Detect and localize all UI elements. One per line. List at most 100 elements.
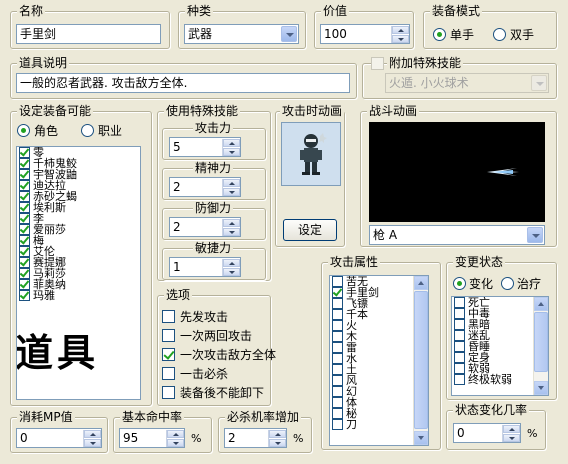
list-item-checkbox[interactable] — [19, 191, 30, 202]
equippable-list[interactable]: 零千柿鬼鲛 宇智波鼬 迪达拉 赤砂之蝎 埃利斯李爱丽莎梅艾伦 赛提娜 马莉莎 菲奥纳 玛雅 道具 — [16, 146, 141, 400]
attack-attributes-scrollbar[interactable] — [413, 276, 428, 445]
list-item-checkbox[interactable] — [454, 319, 465, 330]
spin-down-icon[interactable] — [223, 228, 240, 236]
crit-bonus-input[interactable]: 2 — [224, 428, 287, 448]
list-item-checkbox[interactable] — [19, 147, 30, 158]
stat-input[interactable]: 1 — [169, 257, 241, 277]
list-item-checkbox[interactable] — [19, 180, 30, 191]
equippable-job-radio[interactable] — [81, 124, 94, 137]
stat-spinner[interactable] — [222, 259, 240, 276]
scroll-thumb[interactable] — [534, 312, 548, 372]
list-item-checkbox[interactable] — [332, 309, 343, 320]
crit-bonus-spinner[interactable] — [268, 430, 286, 447]
option-checkbox[interactable] — [162, 386, 175, 399]
state-change-list[interactable]: 死亡 中毒 黑暗 迷乱 昏睡 定身 软弱 终极软弱 — [451, 296, 549, 396]
mp-cost-spinner[interactable] — [83, 430, 101, 447]
price-input[interactable]: 100 — [320, 24, 410, 44]
list-item-checkbox[interactable] — [332, 298, 343, 309]
list-item-checkbox[interactable] — [332, 287, 343, 298]
attack-attributes-list[interactable]: 苦无 手里剑 飞镖 千本火木雷水土风幻体秘刀 — [329, 275, 429, 446]
spin-down-icon[interactable] — [223, 148, 240, 156]
spin-down-icon[interactable] — [392, 35, 409, 43]
spin-down-icon[interactable] — [503, 434, 520, 442]
list-item-checkbox[interactable] — [332, 397, 343, 408]
list-item-checkbox[interactable] — [454, 308, 465, 319]
spin-up-icon[interactable] — [223, 179, 240, 187]
equippable-role-radio[interactable] — [17, 124, 30, 137]
list-item-checkbox[interactable] — [332, 342, 343, 353]
list-item-checkbox[interactable] — [19, 158, 30, 169]
extra-skill-select[interactable]: 火遁. 小火球术 — [385, 73, 549, 93]
scroll-up-icon[interactable] — [414, 276, 428, 290]
list-item-checkbox[interactable] — [332, 375, 343, 386]
attack-animation-set-button[interactable]: 设定 — [283, 219, 337, 241]
option-checkbox[interactable] — [162, 348, 175, 361]
spin-up-icon[interactable] — [503, 425, 520, 433]
list-item-checkbox[interactable] — [332, 408, 343, 419]
list-item-checkbox[interactable] — [332, 419, 343, 430]
scroll-down-icon[interactable] — [534, 381, 548, 395]
stat-spinner[interactable] — [222, 139, 240, 156]
list-item-checkbox[interactable] — [332, 320, 343, 331]
hit-rate-input[interactable]: 95 — [119, 428, 185, 448]
scroll-up-icon[interactable] — [534, 297, 548, 311]
list-item-checkbox[interactable] — [332, 276, 343, 287]
list-item-checkbox[interactable] — [19, 290, 30, 301]
spin-up-icon[interactable] — [223, 259, 240, 267]
spin-down-icon[interactable] — [269, 439, 286, 447]
stat-spinner[interactable] — [222, 179, 240, 196]
equip-mode-two-hand-radio[interactable] — [493, 28, 506, 41]
list-item-checkbox[interactable] — [19, 202, 30, 213]
list-item-checkbox[interactable] — [454, 341, 465, 352]
list-item-checkbox[interactable] — [454, 352, 465, 363]
option-checkbox[interactable] — [162, 310, 175, 323]
spin-up-icon[interactable] — [223, 139, 240, 147]
list-item-checkbox[interactable] — [19, 235, 30, 246]
stat-input[interactable]: 2 — [169, 177, 241, 197]
list-item-checkbox[interactable] — [19, 257, 30, 268]
stat-input[interactable]: 2 — [169, 217, 241, 237]
chevron-down-icon[interactable] — [527, 227, 543, 243]
battle-animation-select[interactable]: 枪 A — [369, 225, 545, 245]
list-item-checkbox[interactable] — [454, 330, 465, 341]
mp-cost-input[interactable]: 0 — [16, 428, 102, 448]
spin-down-icon[interactable] — [84, 439, 101, 447]
list-item-checkbox[interactable] — [19, 169, 30, 180]
list-item-checkbox[interactable] — [332, 364, 343, 375]
spin-down-icon[interactable] — [223, 188, 240, 196]
state-change-scrollbar[interactable] — [533, 297, 548, 395]
stat-spinner[interactable] — [222, 219, 240, 236]
spin-up-icon[interactable] — [167, 430, 184, 438]
list-item[interactable]: 玛雅 — [17, 290, 140, 301]
state-change-heal-radio[interactable] — [501, 277, 514, 290]
spin-up-icon[interactable] — [269, 430, 286, 438]
stat-input[interactable]: 5 — [169, 137, 241, 157]
state-change-change-radio[interactable] — [453, 277, 466, 290]
description-input[interactable]: 一般的忍者武器. 攻击敌方全体. — [16, 73, 350, 93]
option-checkbox[interactable] — [162, 367, 175, 380]
list-item-checkbox[interactable] — [332, 353, 343, 364]
state-chance-input[interactable]: 0 — [453, 423, 521, 443]
extra-skill-checkbox[interactable] — [371, 57, 384, 70]
price-spinner[interactable] — [391, 26, 409, 43]
chevron-down-icon[interactable] — [281, 26, 297, 42]
list-item-checkbox[interactable] — [332, 331, 343, 342]
list-item-checkbox[interactable] — [19, 213, 30, 224]
option-checkbox[interactable] — [162, 329, 175, 342]
category-select[interactable]: 武器 — [184, 24, 299, 44]
scroll-thumb[interactable] — [414, 291, 428, 429]
spin-up-icon[interactable] — [223, 219, 240, 227]
spin-down-icon[interactable] — [223, 268, 240, 276]
list-item-checkbox[interactable] — [19, 224, 30, 235]
equip-mode-one-hand-radio[interactable] — [433, 28, 446, 41]
state-chance-spinner[interactable] — [502, 425, 520, 442]
list-item-checkbox[interactable] — [19, 246, 30, 257]
hit-rate-spinner[interactable] — [166, 430, 184, 447]
spin-up-icon[interactable] — [392, 26, 409, 34]
chevron-down-icon[interactable] — [531, 75, 547, 91]
list-item-checkbox[interactable] — [19, 279, 30, 290]
list-item-checkbox[interactable] — [454, 363, 465, 374]
list-item-checkbox[interactable] — [19, 268, 30, 279]
spin-down-icon[interactable] — [167, 439, 184, 447]
list-item-checkbox[interactable] — [454, 374, 465, 385]
